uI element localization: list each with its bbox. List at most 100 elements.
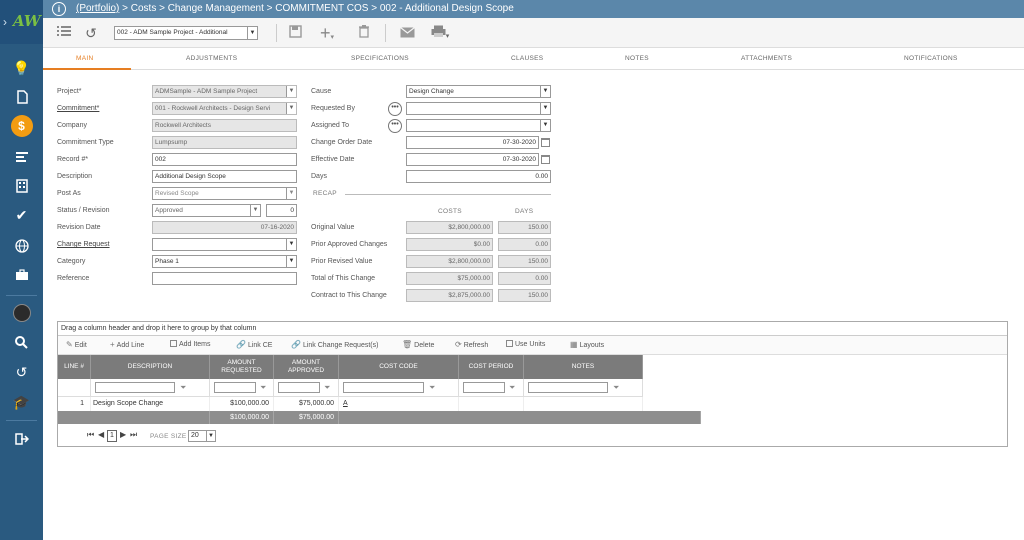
reference-label: Reference bbox=[57, 275, 90, 282]
use-units-checkbox[interactable]: Use Units bbox=[506, 340, 545, 348]
dollar-icon[interactable]: $ bbox=[0, 114, 43, 137]
lightbulb-icon[interactable]: 💡 bbox=[0, 57, 43, 79]
info-icon[interactable]: i bbox=[52, 2, 66, 16]
save-icon[interactable] bbox=[287, 24, 303, 42]
graduation-cap-icon[interactable]: 🎓 bbox=[0, 391, 43, 413]
filter-input[interactable] bbox=[463, 382, 505, 393]
record-number-input[interactable]: 002 bbox=[152, 153, 297, 166]
document-icon[interactable] bbox=[0, 85, 43, 107]
assigned-to-lookup-icon[interactable]: ••• bbox=[388, 119, 402, 133]
column-header-amount-approved[interactable]: AMOUNT APPROVED bbox=[274, 355, 339, 379]
calendar-icon[interactable] bbox=[541, 138, 550, 147]
change-request-label-link[interactable]: Change Request bbox=[57, 241, 110, 248]
change-request-select[interactable]: ▼ bbox=[152, 238, 297, 251]
tab-adjustments[interactable]: ADJUSTMENTS bbox=[186, 55, 237, 62]
briefcase-icon[interactable] bbox=[0, 263, 43, 285]
column-header-cost-code[interactable]: COST CODE bbox=[339, 355, 459, 379]
filter-icon[interactable]: ⏷ bbox=[429, 383, 435, 393]
building-icon[interactable] bbox=[0, 174, 43, 196]
filter-icon[interactable]: ⏷ bbox=[613, 383, 619, 393]
list-view-icon[interactable] bbox=[55, 24, 73, 42]
column-header-description[interactable]: DESCRIPTION bbox=[91, 355, 210, 379]
requested-by-select[interactable]: ▼ bbox=[406, 102, 551, 115]
commitment-select[interactable]: 001 - Rockwell Architects - Design Servi… bbox=[152, 102, 297, 115]
filter-input[interactable] bbox=[95, 382, 175, 393]
app-logo[interactable]: › AW bbox=[0, 0, 43, 44]
filter-input[interactable] bbox=[278, 382, 320, 393]
cause-select[interactable]: Design Change ▼ bbox=[406, 85, 551, 98]
filter-icon[interactable]: ⏷ bbox=[180, 383, 186, 393]
add-icon[interactable]: +▾ bbox=[316, 24, 338, 42]
requested-by-lookup-icon[interactable]: ••• bbox=[388, 102, 402, 116]
effective-date-label: Effective Date bbox=[311, 156, 355, 163]
delete-icon[interactable] bbox=[356, 24, 372, 42]
group-drop-area[interactable]: Drag a column header and drop it here to… bbox=[58, 322, 1007, 336]
filter-input[interactable] bbox=[343, 382, 424, 393]
refresh-button[interactable]: ⟳ Refresh bbox=[455, 340, 488, 349]
tab-notes[interactable]: NOTES bbox=[625, 55, 649, 62]
checkmark-icon[interactable]: ✔ bbox=[0, 204, 43, 226]
cell-cost-period[interactable] bbox=[459, 397, 524, 411]
first-page-icon[interactable]: ⏮ bbox=[87, 430, 94, 440]
column-header-amount-requested[interactable]: AMOUNT REQUESTED bbox=[210, 355, 274, 379]
project-select[interactable]: ADMSample - ADM Sample Project ▼ bbox=[152, 85, 297, 98]
link-change-requests-button[interactable]: 🔗 Link Change Request(s) bbox=[291, 340, 378, 349]
delete-button[interactable]: 🗑 Delete bbox=[402, 340, 434, 349]
filter-input[interactable] bbox=[214, 382, 256, 393]
column-header-cost-period[interactable]: COST PERIOD bbox=[459, 355, 524, 379]
tab-notifications[interactable]: NOTIFICATIONS bbox=[904, 55, 958, 62]
cell-amount-approved[interactable]: $75,000.00 bbox=[274, 397, 339, 411]
filter-icon[interactable]: ⏷ bbox=[260, 383, 266, 393]
reference-input[interactable] bbox=[152, 272, 297, 285]
category-select[interactable]: Phase 1 ▼ bbox=[152, 255, 297, 268]
cell-cost-code[interactable]: A bbox=[339, 397, 459, 411]
last-page-icon[interactable]: ⏭ bbox=[130, 430, 137, 440]
globe-icon[interactable] bbox=[0, 234, 43, 256]
change-order-date-input[interactable]: 07-30-2020 bbox=[406, 136, 539, 149]
post-as-select[interactable]: Revised Scope ▼ bbox=[152, 187, 297, 200]
status-select[interactable]: Approved ▼ bbox=[152, 204, 261, 217]
effective-date-input[interactable]: 07-30-2020 bbox=[406, 153, 539, 166]
revision-input[interactable]: 0 bbox=[266, 204, 297, 217]
filter-icon[interactable]: ⏷ bbox=[509, 383, 515, 393]
email-icon[interactable] bbox=[398, 24, 416, 42]
layouts-button[interactable]: ▦ Layouts bbox=[570, 340, 604, 349]
chevron-down-icon: ▼ bbox=[540, 103, 550, 114]
logout-icon[interactable] bbox=[0, 427, 43, 449]
tab-specifications[interactable]: SPECIFICATIONS bbox=[351, 55, 409, 62]
assigned-to-label: Assigned To bbox=[311, 122, 350, 129]
print-icon[interactable]: ▾ bbox=[428, 24, 452, 42]
description-input[interactable]: Additional Design Scope bbox=[152, 170, 297, 183]
list-icon[interactable] bbox=[0, 145, 43, 167]
filter-input[interactable] bbox=[528, 382, 608, 393]
tab-clauses[interactable]: CLAUSES bbox=[511, 55, 543, 62]
cell-notes[interactable] bbox=[524, 397, 643, 411]
user-avatar[interactable] bbox=[0, 301, 43, 323]
tab-main[interactable]: MAIN bbox=[76, 55, 93, 62]
calendar-icon[interactable] bbox=[541, 155, 550, 164]
breadcrumb-portfolio-link[interactable]: (Portfolio) bbox=[76, 3, 119, 14]
filter-icon[interactable]: ⏷ bbox=[324, 383, 330, 393]
link-ce-button[interactable]: 🔗 Link CE bbox=[236, 340, 272, 349]
tab-attachments[interactable]: ATTACHMENTS bbox=[741, 55, 792, 62]
column-header-line[interactable]: LINE # bbox=[58, 355, 91, 379]
cell-amount-requested[interactable]: $100,000.00 bbox=[210, 397, 274, 411]
next-page-icon[interactable]: ▶ bbox=[120, 430, 126, 439]
days-input[interactable]: 0.00 bbox=[406, 170, 551, 183]
cell-description[interactable]: Design Scope Change bbox=[91, 397, 210, 411]
add-items-button[interactable]: Add Items bbox=[170, 340, 211, 348]
history-icon[interactable]: ↺ bbox=[82, 24, 100, 42]
current-page[interactable]: 1 bbox=[107, 430, 117, 442]
assigned-to-select[interactable]: ▼ bbox=[406, 119, 551, 132]
prev-page-icon[interactable]: ◀ bbox=[98, 430, 104, 439]
search-icon[interactable] bbox=[0, 330, 43, 352]
column-header-notes[interactable]: NOTES bbox=[524, 355, 643, 379]
commitment-label-link[interactable]: Commitment* bbox=[57, 105, 99, 112]
record-select[interactable]: 002 - ADM Sample Project - Additional ▼ bbox=[114, 26, 258, 40]
cell-line[interactable]: 1 bbox=[58, 397, 91, 411]
page-size-select[interactable]: 20 ▼ bbox=[188, 430, 216, 442]
add-line-button[interactable]: + Add Line bbox=[110, 340, 144, 349]
expand-chevron-icon[interactable]: › bbox=[3, 15, 7, 29]
history-icon[interactable]: ↺ bbox=[0, 361, 43, 383]
edit-button[interactable]: ✎ Edit bbox=[66, 340, 87, 349]
